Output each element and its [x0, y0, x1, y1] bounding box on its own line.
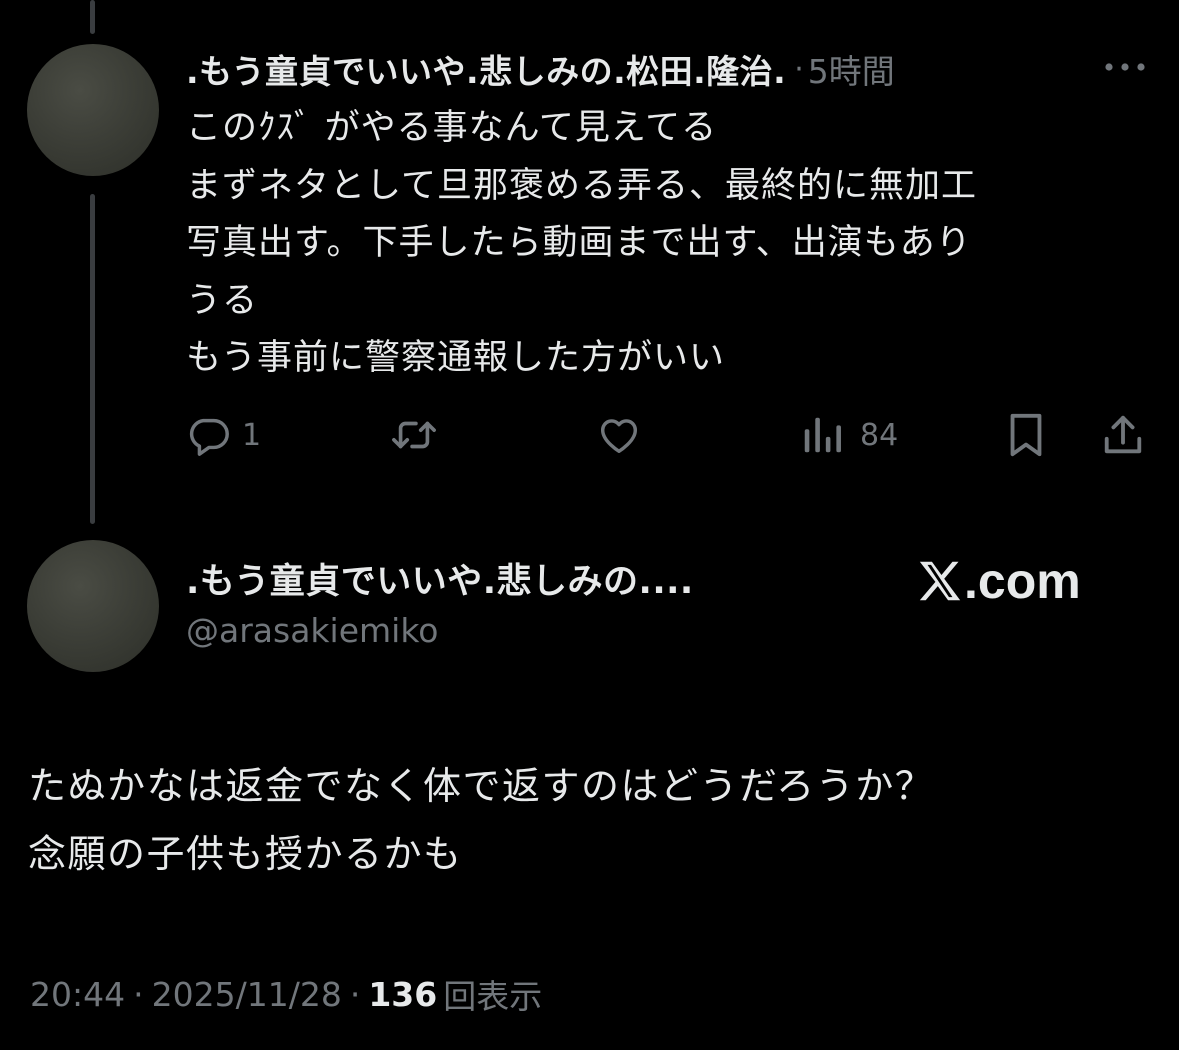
main-post-line: たぬかなは返金でなく体で返すのはどうだろうか？	[28, 764, 935, 808]
post-meta: 20:44 · 2025/11/28 · 136 回表示	[30, 970, 542, 1018]
more-options-button[interactable]	[1100, 50, 1150, 84]
x-logo-icon	[919, 561, 961, 601]
reply-bubble-icon	[189, 418, 229, 456]
reply-text-line: このｸｽﾞ がやる事なんて見えてる	[186, 108, 718, 148]
main-post-text: たぬかなは返金でなく体で返すのはどうだろうか？ 念願の子供も授かるかも	[28, 752, 1158, 888]
views-bars-icon	[804, 417, 841, 453]
thread-line-top	[90, 0, 95, 34]
reply-header: .もう童貞でいいや.悲しみの.松田.隆治. · 5時間	[186, 44, 895, 94]
author-display-name[interactable]: .もう童貞でいいや.悲しみの....	[186, 553, 694, 604]
author-handle[interactable]: @arasakiemiko	[186, 611, 438, 650]
author-avatar[interactable]	[27, 540, 159, 672]
bookmark-icon	[1010, 413, 1042, 457]
reply-separator: ·	[794, 51, 804, 87]
repost-button[interactable]	[388, 410, 440, 460]
views-button[interactable]: 84	[800, 410, 898, 460]
reply-text-line: うる	[186, 280, 259, 321]
more-dots-icon	[1105, 63, 1145, 71]
reply-count: 1	[242, 417, 262, 453]
reply-avatar[interactable]	[27, 44, 159, 176]
meta-separator: ·	[349, 974, 361, 1014]
bookmark-button[interactable]	[1004, 410, 1048, 460]
post-views-count[interactable]: 136	[368, 975, 437, 1014]
share-button[interactable]	[1100, 410, 1146, 460]
reply-timestamp[interactable]: 5時間	[808, 45, 895, 93]
reply-action-button[interactable]: 1	[186, 410, 261, 460]
x-com-logo: .com	[918, 552, 1081, 610]
reply-text-line: まずネタとして旦那褒める弄る、最終的に無加工	[186, 165, 977, 206]
meta-separator: ·	[133, 974, 144, 1014]
reply-text-line: 写真出す。下手したら動画まで出す、出演もあり	[186, 223, 972, 263]
reply-display-name[interactable]: .もう童貞でいいや.悲しみの.松田.隆治.	[186, 45, 786, 93]
repost-icon	[392, 421, 436, 449]
reply-text: このｸｽﾞ がやる事なんて見えてる まずネタとして旦那褒める弄る、最終的に無加工…	[186, 100, 1146, 388]
share-icon	[1104, 415, 1142, 454]
main-post-line: 念願の子供も授かるかも	[28, 832, 463, 876]
views-count: 84	[860, 417, 899, 453]
x-com-text: .com	[964, 553, 1081, 609]
like-button[interactable]	[595, 410, 643, 460]
reply-text-line: もう事前に警察通報した方がいい	[186, 338, 725, 378]
post-time[interactable]: 20:44	[30, 975, 125, 1014]
post-date[interactable]: 2025/11/28	[152, 975, 342, 1014]
heart-icon	[600, 419, 638, 454]
post-views-label: 回表示	[443, 977, 543, 1016]
thread-line-bottom	[90, 194, 95, 524]
